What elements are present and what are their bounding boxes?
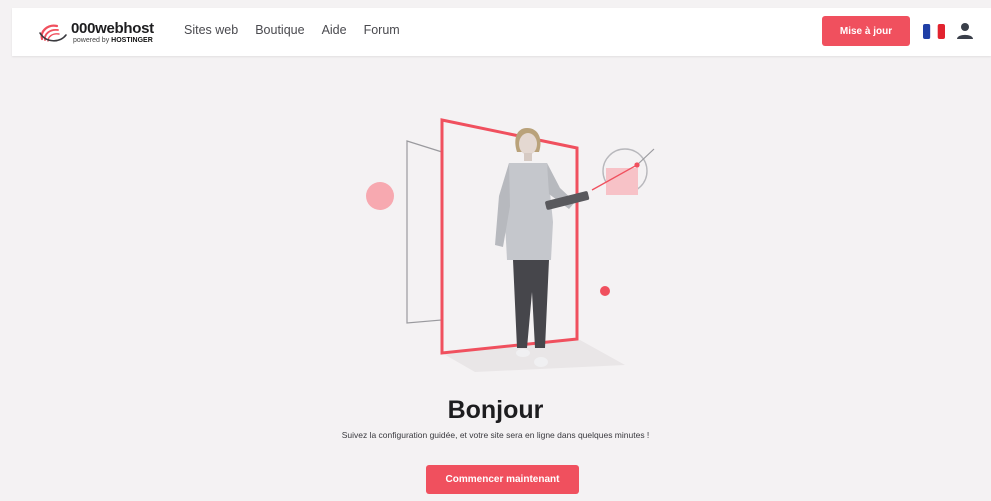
france-flag-icon[interactable] — [923, 24, 945, 39]
upgrade-button[interactable]: Mise à jour — [822, 16, 910, 46]
woman-figure — [495, 128, 590, 367]
powered-prefix: powered by — [73, 37, 110, 44]
welcome-title: Bonjour — [447, 396, 544, 424]
logo-swirl-icon — [39, 24, 67, 42]
nav-item-sites-web[interactable]: Sites web — [184, 23, 238, 37]
main-nav: Sites web Boutique Aide Forum — [184, 23, 400, 37]
pink-circle-left — [366, 182, 394, 210]
nav-item-forum[interactable]: Forum — [364, 23, 400, 37]
brand-powered-by: powered by HOSTINGER — [73, 37, 153, 44]
red-dot — [600, 286, 610, 296]
welcome-subtitle: Suivez la configuration guidée, et votre… — [341, 430, 650, 440]
brand-logo[interactable]: 000webhost powered by HOSTINGER — [38, 19, 172, 47]
brand-name: 000webhost — [71, 20, 154, 37]
top-navbar: 000webhost powered by HOSTINGER Sites we… — [12, 8, 991, 56]
hero-illustration — [366, 118, 655, 372]
nav-item-aide[interactable]: Aide — [322, 23, 347, 37]
graph-dot — [634, 162, 640, 168]
powered-brand: HOSTINGER — [111, 37, 153, 44]
pink-square-right — [606, 168, 638, 195]
back-door-frame — [406, 140, 443, 324]
nav-item-boutique[interactable]: Boutique — [255, 23, 304, 37]
user-icon[interactable] — [956, 22, 974, 40]
start-now-button[interactable]: Commencer maintenant — [426, 465, 579, 494]
